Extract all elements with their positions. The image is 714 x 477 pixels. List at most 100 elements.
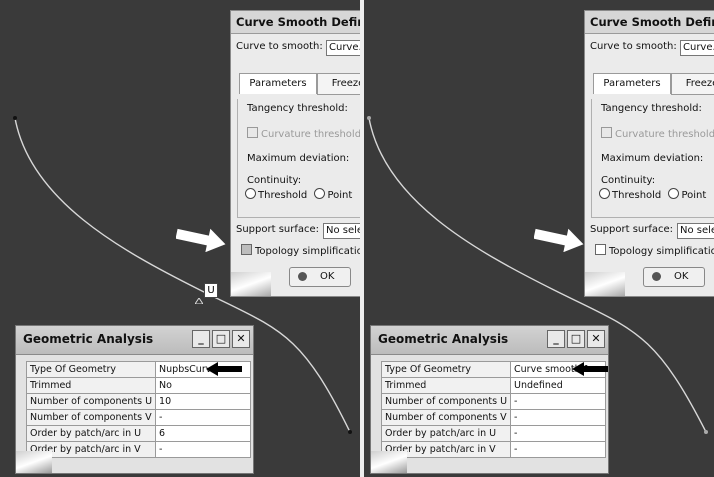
comparison-figure: U Curve Smooth Definit Curve to smooth: …: [0, 0, 714, 477]
row-value: 10: [155, 393, 252, 410]
close-icon[interactable]: ✕: [587, 330, 605, 348]
support-surface-label: Support surface:: [236, 224, 320, 235]
geometric-analysis-title: Geometric Analysis: [378, 332, 509, 346]
geometric-analysis-titlebar[interactable]: Geometric Analysis _ □ ✕: [16, 326, 253, 355]
table-row: Trimmed Undefined: [380, 377, 607, 394]
row-label: Type Of Geometry: [380, 361, 512, 378]
threshold-radio[interactable]: [245, 188, 256, 199]
row-value: -: [510, 409, 607, 426]
u-label: U: [204, 283, 218, 298]
curve-to-smooth-label: Curve to smooth:: [590, 41, 677, 52]
maximize-icon[interactable]: □: [567, 330, 585, 348]
curve-to-smooth-field[interactable]: Curve.: [326, 40, 360, 56]
topology-simplification-label: Topology simplification: [255, 246, 360, 257]
minimize-icon[interactable]: _: [547, 330, 565, 348]
catia-swirl-decoration: [585, 272, 625, 296]
ok-icon: [298, 272, 307, 281]
continuity-options[interactable]: Threshold Point: [599, 188, 706, 201]
support-surface-field[interactable]: No sele: [677, 223, 714, 239]
arrow-left-icon: [206, 362, 242, 376]
curvature-threshold-row[interactable]: Curvature threshold:: [247, 127, 360, 140]
topology-simplification-row[interactable]: Topology simplification: [595, 244, 714, 257]
row-label: Number of components U: [25, 393, 157, 410]
table-row: Order by patch/arc in U6: [25, 425, 252, 442]
row-label: Number of components U: [380, 393, 512, 410]
close-icon[interactable]: ✕: [232, 330, 250, 348]
curvature-threshold-checkbox[interactable]: [601, 127, 612, 138]
maximize-icon[interactable]: □: [212, 330, 230, 348]
point-radio[interactable]: [314, 188, 326, 199]
row-label: Trimmed: [380, 377, 512, 394]
point-radio[interactable]: [668, 188, 680, 199]
row-label: Trimmed: [25, 377, 157, 394]
continuity-options[interactable]: Threshold Point: [245, 188, 352, 201]
table-row: Number of components V-: [25, 409, 252, 426]
geometric-analysis-titlebar[interactable]: Geometric Analysis _ □ ✕: [371, 326, 608, 355]
table-row: Number of components V-: [380, 409, 607, 426]
table-row: Number of components U 10: [25, 393, 252, 410]
row-value: -: [155, 441, 252, 458]
continuity-label: Continuity:: [247, 175, 302, 186]
geometric-analysis-title: Geometric Analysis: [23, 332, 154, 346]
arrow-right-icon: [176, 228, 226, 252]
minimize-icon[interactable]: _: [192, 330, 210, 348]
dialog-title: Curve Smooth Definit: [231, 11, 360, 34]
threshold-radio[interactable]: [599, 188, 610, 199]
topology-simplification-row[interactable]: Topology simplification: [241, 244, 360, 257]
row-label: Type Of Geometry: [25, 361, 157, 378]
point-option-label: Point: [681, 190, 707, 201]
threshold-option-label: Threshold: [258, 190, 308, 201]
maximum-deviation-label: Maximum deviation:: [601, 153, 704, 164]
row-value: -: [155, 409, 252, 426]
curvature-threshold-label: Curvature threshold:: [261, 129, 360, 140]
geometric-analysis-window[interactable]: Geometric Analysis _ □ ✕ Type Of Geometr…: [370, 325, 609, 474]
row-label: Order by patch/arc in U: [380, 425, 512, 442]
arrow-left-icon: [572, 362, 608, 376]
curve-to-smooth-field[interactable]: Curve.: [680, 40, 714, 56]
topology-simplification-checkbox[interactable]: [595, 244, 606, 255]
point-option-label: Point: [327, 190, 353, 201]
catia-swirl-decoration: [231, 272, 271, 296]
row-value: -: [510, 441, 607, 458]
curvature-threshold-row[interactable]: Curvature threshold:: [601, 127, 714, 140]
support-surface-label: Support surface:: [590, 224, 674, 235]
u-direction-icon: [194, 289, 204, 305]
ok-icon: [652, 272, 661, 281]
table-row: Order by patch/arc in U-: [380, 425, 607, 442]
dialog-title: Curve Smooth Definit: [585, 11, 714, 34]
tangency-threshold-label: Tangency threshold:: [247, 103, 348, 114]
ok-button[interactable]: OK: [643, 267, 705, 287]
tab-freeze[interactable]: Freeze: [317, 73, 360, 95]
ok-label: OK: [320, 271, 335, 282]
curve-smooth-dialog[interactable]: Curve Smooth Definit Curve to smooth: Cu…: [584, 10, 714, 297]
row-label: Order by patch/arc in U: [25, 425, 157, 442]
threshold-option-label: Threshold: [612, 190, 662, 201]
viewport-right[interactable]: Curve Smooth Definit Curve to smooth: Cu…: [364, 0, 714, 477]
catia-swirl-decoration: [371, 451, 407, 473]
row-value: No: [155, 377, 252, 394]
maximum-deviation-label: Maximum deviation:: [247, 153, 350, 164]
tab-parameters[interactable]: Parameters: [239, 73, 317, 94]
row-label: Number of components V: [380, 409, 512, 426]
topology-simplification-label: Topology simplification: [609, 246, 714, 257]
geometric-analysis-window[interactable]: Geometric Analysis _ □ ✕ Type Of Geometr…: [15, 325, 254, 474]
viewport-left[interactable]: U Curve Smooth Definit Curve to smooth: …: [0, 0, 360, 477]
curvature-threshold-checkbox[interactable]: [247, 127, 258, 138]
row-value: -: [510, 425, 607, 442]
ok-label: OK: [674, 271, 689, 282]
row-label: Number of components V: [25, 409, 157, 426]
curvature-threshold-label: Curvature threshold:: [615, 129, 714, 140]
curve-smooth-dialog[interactable]: Curve Smooth Definit Curve to smooth: Cu…: [230, 10, 360, 297]
ok-button[interactable]: OK: [289, 267, 351, 287]
row-value: Undefined: [510, 377, 607, 394]
continuity-label: Continuity:: [601, 175, 656, 186]
tab-freeze[interactable]: Freeze: [671, 73, 714, 95]
catia-swirl-decoration: [16, 451, 52, 473]
support-surface-field[interactable]: No sele: [323, 223, 360, 239]
row-value: 6: [155, 425, 252, 442]
topology-simplification-checkbox[interactable]: [241, 244, 252, 255]
arrow-right-icon: [534, 228, 584, 252]
table-row: Order by patch/arc in V-: [25, 441, 252, 458]
table-row: Number of components U-: [380, 393, 607, 410]
tab-parameters[interactable]: Parameters: [593, 73, 671, 94]
